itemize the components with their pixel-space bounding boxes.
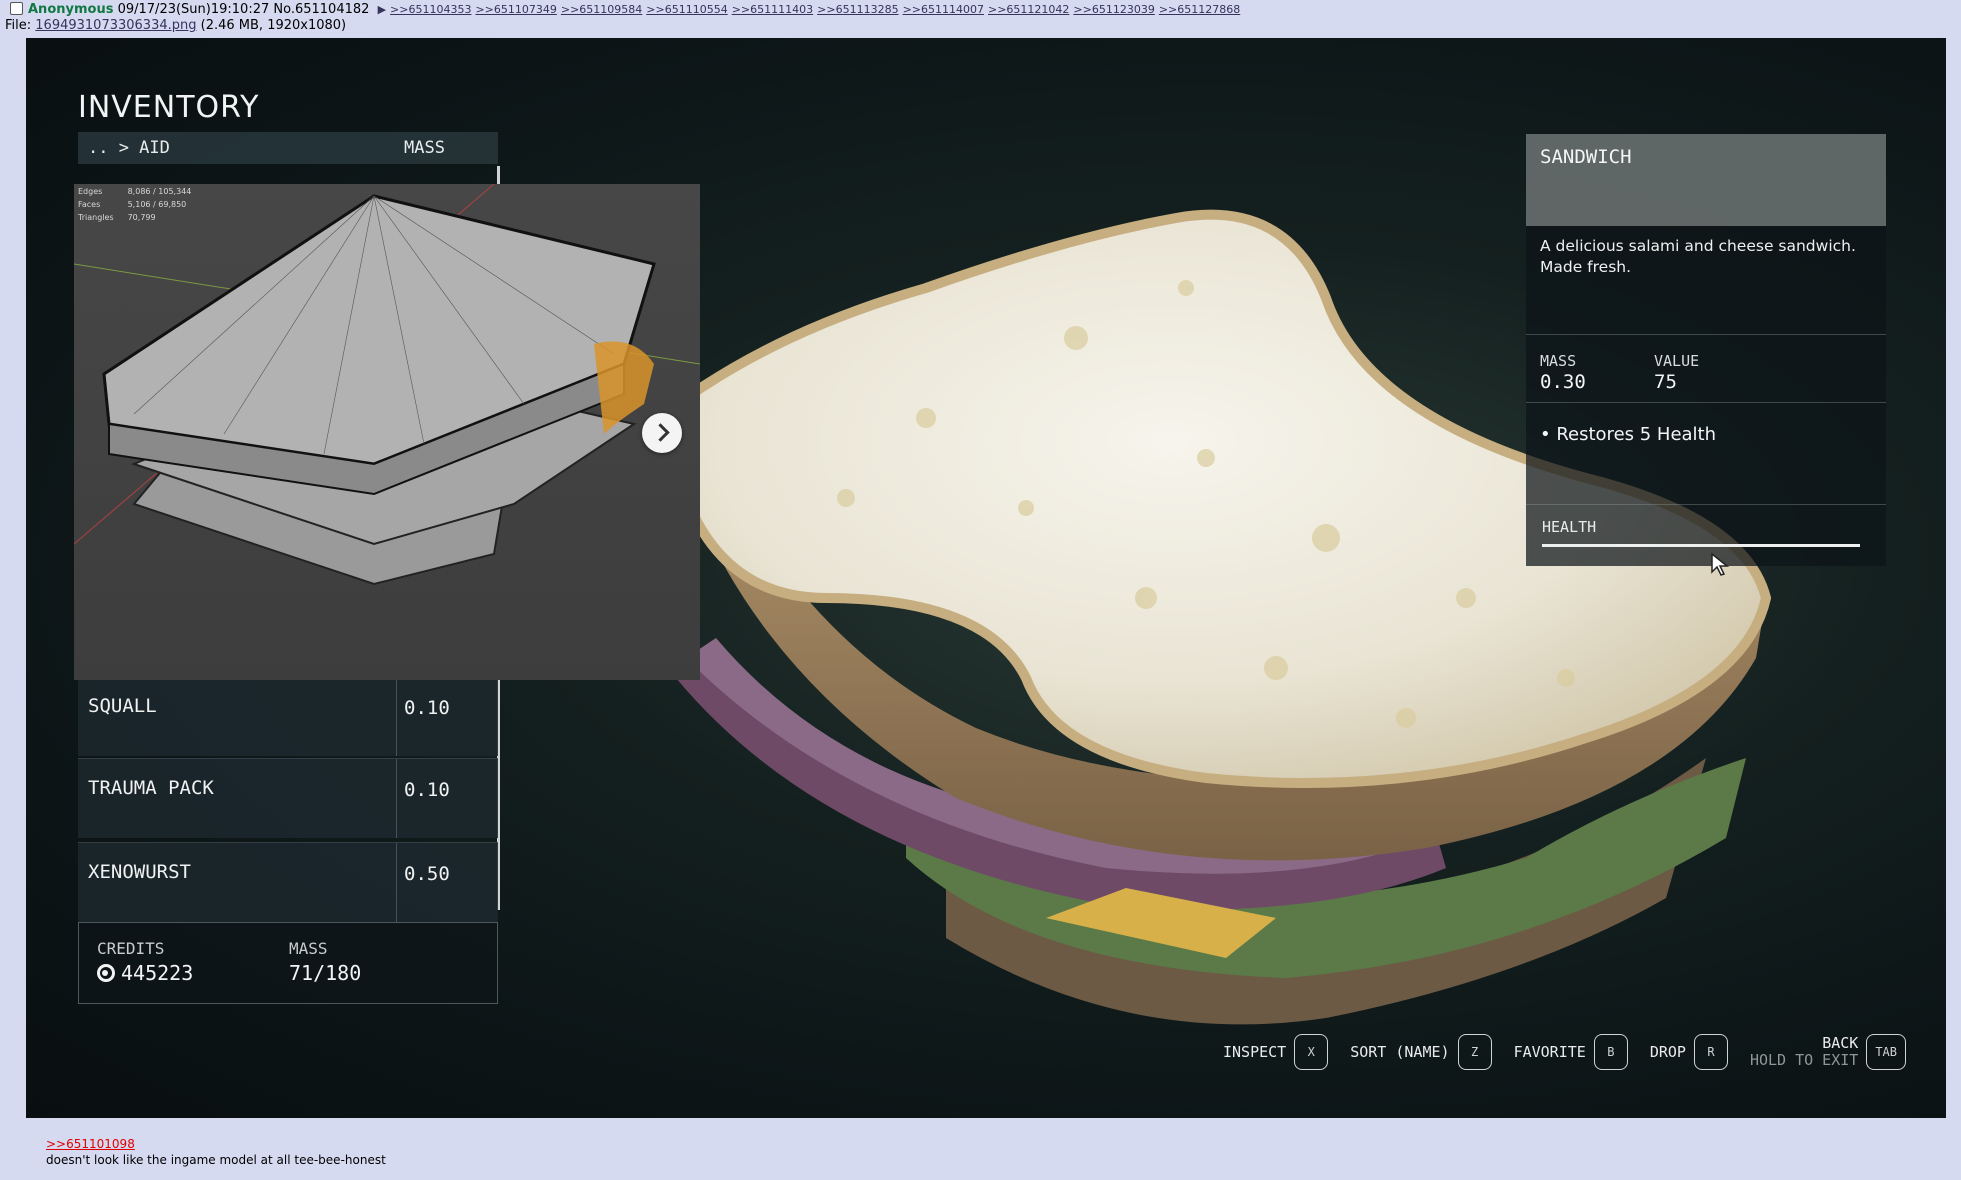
post-menu-icon[interactable]: ▶ <box>378 3 386 16</box>
carry-mass-label: MASS <box>289 939 328 958</box>
stat-value: 5,106 / 69,850 <box>127 200 187 209</box>
stat-value: 70,799 <box>127 213 156 222</box>
key-hint: X <box>1294 1034 1329 1070</box>
item-description: A delicious salami and cheese sandwich. … <box>1540 237 1856 276</box>
item-mass: 0.10 <box>404 779 450 801</box>
key-hint: R <box>1693 1034 1728 1070</box>
favorite-control[interactable]: FAVORITE B <box>1514 1034 1628 1070</box>
item-title-bar: SANDWICH <box>1526 134 1886 226</box>
next-arrow-button[interactable] <box>642 413 682 453</box>
control-label: DROP <box>1649 1043 1686 1061</box>
item-title: SANDWICH <box>1540 146 1632 168</box>
post-checkbox[interactable] <box>10 2 23 15</box>
stat-label: Edges <box>78 187 103 196</box>
list-item[interactable]: SQUALL 0.10 <box>78 676 498 756</box>
backlink[interactable]: >>651109584 <box>561 3 642 16</box>
item-detail-panel: SANDWICH A delicious salami and cheese s… <box>1526 134 1886 566</box>
backlink[interactable]: >>651110554 <box>646 3 727 16</box>
item-mass-label: MASS <box>1540 352 1577 370</box>
list-item[interactable]: XENOWURST 0.50 <box>78 842 498 922</box>
credits-mass-footer: CREDITS 445223 MASS 71/180 <box>78 922 498 1004</box>
post-comment: >>651101098 doesn't look like the ingame… <box>46 1136 386 1168</box>
carry-mass-value: 71/180 <box>289 961 362 985</box>
sort-control[interactable]: SORT (NAME) Z <box>1350 1034 1492 1070</box>
credits-icon <box>97 964 115 982</box>
poster-name: Anonymous <box>28 2 114 17</box>
item-mass: 0.50 <box>404 863 450 885</box>
file-link[interactable]: 1694931073306334.png <box>35 18 196 33</box>
divider <box>1526 334 1886 335</box>
mass-column-header[interactable]: MASS <box>404 132 445 164</box>
comment-text: doesn't look like the ingame model at al… <box>46 1153 386 1167</box>
stat-label: Triangles <box>78 213 114 222</box>
stat-value: 8,086 / 105,344 <box>127 187 192 196</box>
post-header: Anonymous 09/17/23(Sun)19:10:27 No.65110… <box>10 2 1244 18</box>
inspect-control[interactable]: INSPECT X <box>1223 1034 1329 1070</box>
back-control[interactable]: BACK HOLD TO EXIT TAB <box>1750 1034 1906 1070</box>
item-mass: 0.10 <box>404 697 450 719</box>
backlink[interactable]: >>651114007 <box>903 3 984 16</box>
key-hint: TAB <box>1866 1034 1906 1070</box>
item-effect: • Restores 5 Health <box>1540 424 1717 445</box>
backlink[interactable]: >>651104353 <box>390 3 471 16</box>
drop-control[interactable]: DROP R <box>1650 1034 1728 1070</box>
item-value-value: 75 <box>1654 371 1677 393</box>
divider <box>1526 402 1886 403</box>
stat-label: Faces <box>78 200 101 209</box>
item-mass-value: 0.30 <box>1540 371 1586 393</box>
column-divider <box>396 843 397 922</box>
credits-value: 445223 <box>97 961 193 985</box>
list-item[interactable]: TRAUMA PACK 0.10 <box>78 758 498 838</box>
item-name: XENOWURST <box>88 861 191 883</box>
control-label: INSPECT <box>1223 1043 1287 1061</box>
category-breadcrumb[interactable]: .. > AID <box>88 132 170 164</box>
backlink[interactable]: >>651127868 <box>1159 3 1240 16</box>
backlinks: >>651104353 >>651107349 >>651109584 >>65111… <box>390 2 1244 17</box>
backlink[interactable]: >>651123039 <box>1073 3 1154 16</box>
column-divider <box>396 677 397 756</box>
backlink[interactable]: >>651121042 <box>988 3 1069 16</box>
file-label: File: <box>5 18 32 33</box>
post-date: 09/17/23(Sun)19:10:27 <box>117 2 270 17</box>
inventory-title: INVENTORY <box>78 90 260 125</box>
key-hint: B <box>1593 1034 1628 1070</box>
back-label: BACK <box>1822 1034 1859 1052</box>
list-header: .. > AID MASS <box>78 132 498 164</box>
backlink[interactable]: >>651111403 <box>732 3 813 16</box>
hold-exit-label: HOLD TO EXIT <box>1749 1051 1859 1069</box>
wireframe-model <box>74 184 700 586</box>
post-number[interactable]: No.651104182 <box>273 2 369 17</box>
credits-amount: 445223 <box>121 961 194 985</box>
file-info: File: 1694931073306334.png (2.46 MB, 192… <box>5 18 346 34</box>
control-label: SORT (NAME) <box>1350 1043 1450 1061</box>
divider <box>1526 504 1886 505</box>
health-bar-fill <box>1542 544 1860 547</box>
item-name: SQUALL <box>88 695 157 717</box>
credits-label: CREDITS <box>97 939 165 958</box>
mouse-cursor-icon <box>1711 552 1730 576</box>
column-divider <box>396 759 397 838</box>
item-value-label: VALUE <box>1654 352 1700 370</box>
blender-viewport: Edges 8,086 / 105,344 Faces 5,106 / 69,850… <box>74 184 700 680</box>
file-meta: (2.46 MB, 1920x1080) <box>200 18 347 33</box>
backlink[interactable]: >>651107349 <box>475 3 556 16</box>
health-bar <box>1542 544 1860 547</box>
backlink[interactable]: >>651113285 <box>817 3 898 16</box>
control-label: FAVORITE <box>1513 1043 1586 1061</box>
controls-bar: INSPECT X SORT (NAME) Z FAVORITE B DROP R BA… <box>1211 1030 1906 1074</box>
key-hint: Z <box>1457 1034 1492 1070</box>
back-labels: BACK HOLD TO EXIT <box>1750 1035 1858 1069</box>
health-label: HEALTH <box>1542 518 1597 536</box>
posted-image[interactable]: INVENTORY .. > AID MASS SQUALL 0.10 TRAU… <box>26 38 1946 1118</box>
quote-link[interactable]: >>651101098 <box>46 1137 135 1151</box>
mesh-stats: Edges 8,086 / 105,344 Faces 5,106 / 69,850… <box>76 184 205 225</box>
item-name: TRAUMA PACK <box>88 777 214 799</box>
